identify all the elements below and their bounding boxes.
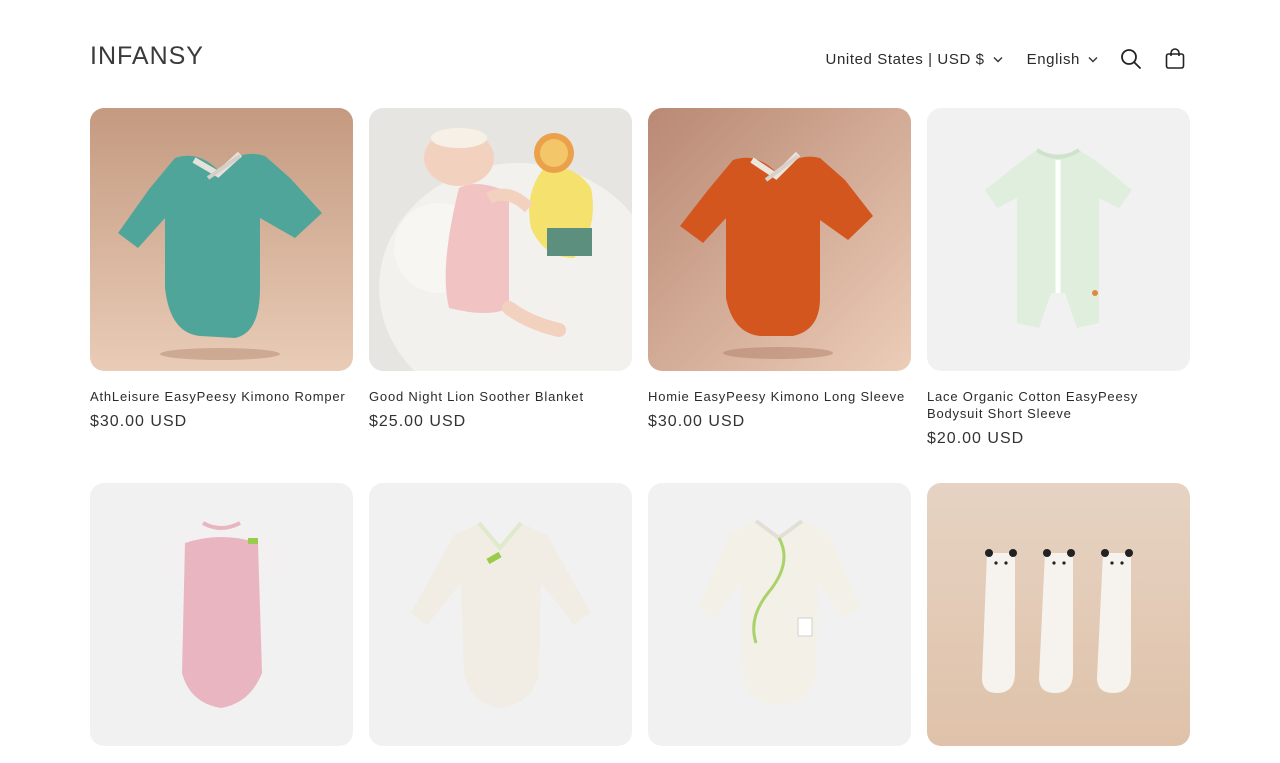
product-card[interactable]: AthLeisure EasyPeesy Kimono Romper $30.0… — [90, 108, 353, 448]
product-price: $20.00 USD — [927, 430, 1025, 447]
language-label: English — [1026, 50, 1080, 68]
product-card[interactable] — [927, 483, 1190, 763]
product-image-panda-knee-socks[interactable] — [927, 483, 1190, 746]
site-header: INFANSY United States | USD $ English — [0, 0, 1280, 108]
product-card[interactable]: Lace Organic Cotton EasyPeesy Bodysuit S… — [927, 108, 1190, 448]
cart-icon[interactable] — [1160, 44, 1190, 74]
product-image-pink-bodysuit[interactable] — [90, 483, 353, 746]
product-card[interactable]: Good Night Lion Soother Blanket $25.00 U… — [369, 108, 632, 448]
chevron-down-icon — [993, 56, 1003, 63]
site-logo[interactable]: INFANSY — [90, 42, 204, 71]
product-price: $30.00 USD — [648, 413, 746, 430]
language-selector[interactable]: English — [1027, 51, 1098, 68]
product-title[interactable]: AthLeisure EasyPeesy Kimono Romper — [90, 388, 353, 405]
product-card[interactable] — [369, 483, 632, 763]
product-card[interactable]: Homie EasyPeesy Kimono Long Sleeve $30.0… — [648, 108, 911, 448]
product-image-teal-kimono-romper[interactable] — [90, 108, 353, 371]
country-currency-selector[interactable]: United States | USD $ — [826, 51, 1003, 68]
product-image-baby-with-lion-blanket[interactable] — [369, 108, 632, 371]
product-price: $30.00 USD — [90, 413, 188, 430]
header-utilities: United States | USD $ English — [826, 44, 1190, 74]
product-title[interactable]: Lace Organic Cotton EasyPeesy Bodysuit S… — [927, 388, 1190, 422]
product-image-orange-kimono-long-sleeve[interactable] — [648, 108, 911, 371]
product-title[interactable]: Homie EasyPeesy Kimono Long Sleeve — [648, 388, 911, 405]
country-currency-label: United States | USD $ — [825, 50, 985, 68]
chevron-down-icon — [1088, 56, 1098, 63]
product-price: $25.00 USD — [369, 413, 467, 430]
product-image-mint-romper-short-sleeve[interactable] — [927, 108, 1190, 371]
product-grid: AthLeisure EasyPeesy Kimono Romper $30.0… — [90, 108, 1190, 763]
product-image-ivory-kimono-bodysuit[interactable] — [648, 483, 911, 746]
search-icon[interactable] — [1116, 44, 1146, 74]
product-card[interactable] — [90, 483, 353, 763]
product-image-cream-bodysuit-long-sleeve[interactable] — [369, 483, 632, 746]
product-card[interactable] — [648, 483, 911, 763]
product-title[interactable]: Good Night Lion Soother Blanket — [369, 388, 632, 405]
